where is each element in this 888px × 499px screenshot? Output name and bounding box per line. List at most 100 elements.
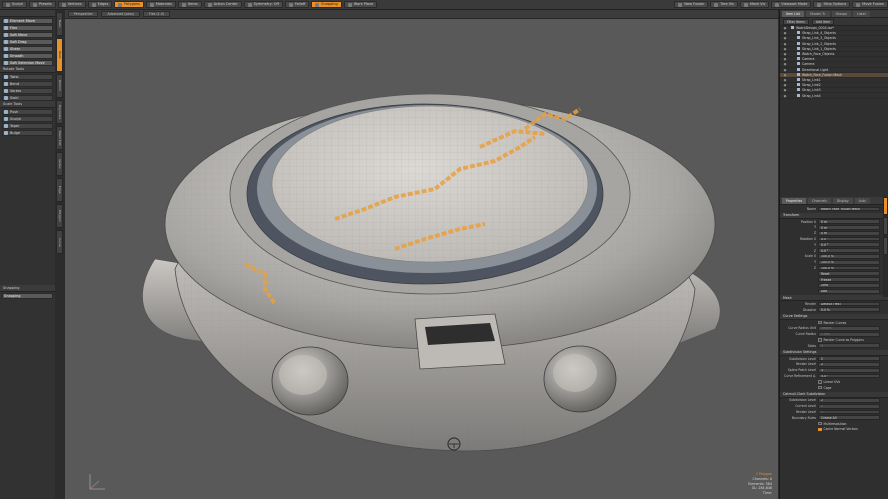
toolbar-button[interactable]: Edges: [87, 1, 113, 8]
tool-button[interactable]: Shear: [2, 46, 53, 52]
property-field[interactable]: 100.0 %: [818, 259, 880, 265]
tool-button[interactable]: Twist: [2, 74, 53, 80]
toolbar-button[interactable]: Items: [177, 1, 202, 8]
tool-section-header[interactable]: [0, 10, 61, 17]
visibility-eye-icon[interactable]: ●: [780, 26, 790, 30]
property-field[interactable]: 100.0 %: [818, 254, 880, 259]
properties-tab[interactable]: Lists: [854, 197, 870, 204]
properties-tab[interactable]: Display: [832, 197, 853, 204]
item-list-tab[interactable]: Lister: [853, 10, 870, 17]
property-field[interactable]: 0 m: [818, 219, 880, 225]
property-field[interactable]: 2: [818, 403, 880, 409]
viewport-tab[interactable]: Advanced (pass): [101, 11, 141, 17]
left-vtab[interactable]: Deform: [56, 74, 63, 98]
checkbox[interactable]: [818, 427, 822, 432]
toolbar-button[interactable]: Sculpt: [2, 1, 27, 8]
property-field[interactable]: 0.0 °: [818, 248, 880, 254]
tool-button[interactable]: Element Move: [2, 18, 53, 24]
visibility-eye-icon[interactable]: ●: [780, 57, 790, 61]
snapping-header[interactable]: Snapping: [0, 285, 62, 292]
visibility-eye-icon[interactable]: ●: [780, 88, 790, 92]
toolbar-right-button[interactable]: Viewport Mode: [771, 1, 812, 8]
item-list-tab[interactable]: Groups: [831, 10, 852, 17]
toolbar-button[interactable]: Snapping: [311, 1, 342, 8]
item-row[interactable]: ● Strap_Link4: [780, 93, 888, 99]
toolbar-button[interactable]: Action Center: [203, 1, 242, 8]
tool-button[interactable]: Bulge: [2, 130, 53, 136]
left-vtab[interactable]: Curve: [56, 230, 63, 254]
tool-button[interactable]: Sculpt: [2, 116, 53, 122]
tool-button[interactable]: Vortex: [2, 88, 53, 94]
properties-tab[interactable]: Channels: [808, 197, 831, 204]
left-vtab[interactable]: Mesh Edit: [56, 126, 63, 150]
property-field[interactable]: 5 mm: [818, 331, 880, 337]
tool-section-header[interactable]: Rotate Tools: [0, 66, 61, 73]
property-checkbox-row[interactable]: Cache Normal Vectors: [818, 427, 858, 431]
property-field[interactable]: Crease All: [818, 415, 880, 421]
name-field[interactable]: Watch_Face_Fusion Mesh: [818, 206, 880, 212]
toolbar-right-button[interactable]: Move Fusion: [852, 1, 888, 8]
visibility-eye-icon[interactable]: ●: [780, 52, 790, 56]
property-field[interactable]: 3: [818, 367, 880, 373]
toolbar-right-button[interactable]: Tree Vis: [710, 1, 738, 8]
visibility-eye-icon[interactable]: ●: [780, 83, 790, 87]
property-field[interactable]: 5.0 °: [818, 373, 880, 379]
visibility-eye-icon[interactable]: ●: [780, 94, 790, 98]
toolbar-button[interactable]: Symmetry: Off: [243, 1, 283, 8]
tool-button[interactable]: Flex: [2, 25, 53, 31]
property-field[interactable]: 4: [818, 343, 880, 349]
toolbar-button[interactable]: Work Plane: [343, 1, 378, 8]
property-field[interactable]: 0 m: [818, 225, 880, 230]
tool-button[interactable]: Push: [2, 109, 53, 115]
toolbar-right-button[interactable]: New Fusion: [674, 1, 709, 8]
left-vtab[interactable]: Polygon: [56, 204, 63, 228]
tool-section-header[interactable]: Scale Tools: [0, 101, 61, 108]
checkbox[interactable]: [818, 421, 822, 426]
visibility-eye-icon[interactable]: ●: [780, 36, 790, 40]
toolbar-button[interactable]: Falloff: [284, 1, 310, 8]
visibility-eye-icon[interactable]: ●: [780, 73, 790, 77]
checkbox[interactable]: [818, 385, 822, 390]
checkbox[interactable]: [818, 338, 822, 342]
property-checkbox-row[interactable]: Multiresolution: [818, 422, 846, 426]
property-field[interactable]: Default (Yes): [818, 301, 880, 307]
add-item-dropdown[interactable]: Add Item: [811, 18, 835, 25]
visibility-eye-icon[interactable]: ●: [780, 62, 790, 66]
property-field[interactable]: Zero: [818, 283, 880, 288]
tool-button[interactable]: Soft Move: [2, 32, 53, 38]
property-field[interactable]: Add: [818, 288, 880, 294]
property-field[interactable]: 2: [818, 356, 880, 362]
property-field[interactable]: Meters: [818, 326, 880, 331]
left-vtab[interactable]: Basic: [56, 12, 63, 36]
toolbar-right-button[interactable]: Mesh Vis: [739, 1, 770, 8]
viewport-tab[interactable]: Perspective: [68, 11, 99, 17]
watch-model[interactable]: [65, 19, 778, 499]
property-field[interactable]: Freeze: [818, 277, 880, 283]
property-field[interactable]: 0.0 °: [818, 242, 880, 248]
property-field[interactable]: 2: [818, 398, 880, 403]
3d-viewport[interactable]: Perspective Advanced (pass) Flex (1.0) 1…: [65, 10, 778, 499]
visibility-eye-icon[interactable]: ●: [780, 31, 790, 35]
toolbar-button[interactable]: Polygons: [114, 1, 144, 8]
snapping-field[interactable]: Snapping: [2, 293, 53, 299]
visibility-eye-icon[interactable]: ●: [780, 78, 790, 82]
vtab-properties[interactable]: [883, 197, 888, 215]
toolbar-right-button[interactable]: Strip Options: [813, 1, 851, 8]
property-field[interactable]: Reset: [818, 271, 880, 277]
tool-button[interactable]: Taper: [2, 123, 53, 129]
vtab-3[interactable]: [883, 237, 888, 255]
left-vtab[interactable]: Tools: [56, 38, 63, 72]
property-checkbox-row[interactable]: Render Curve as Polygons: [818, 338, 864, 342]
tool-button[interactable]: Soft Drag: [2, 39, 53, 45]
property-field[interactable]: 0.0 %: [818, 307, 880, 313]
toolbar-button[interactable]: Presets: [28, 1, 56, 8]
property-field[interactable]: 0.0 °: [818, 236, 880, 242]
visibility-eye-icon[interactable]: ●: [780, 47, 790, 51]
tool-button[interactable]: Smooth: [2, 53, 53, 59]
visibility-eye-icon[interactable]: ●: [780, 68, 790, 72]
property-checkbox-row[interactable]: Linear UVs: [818, 380, 840, 384]
item-list-tab[interactable]: Shader Tr.: [805, 10, 830, 17]
vtab-2[interactable]: [883, 217, 888, 235]
checkbox[interactable]: [818, 320, 822, 325]
property-field[interactable]: 2: [818, 362, 880, 367]
